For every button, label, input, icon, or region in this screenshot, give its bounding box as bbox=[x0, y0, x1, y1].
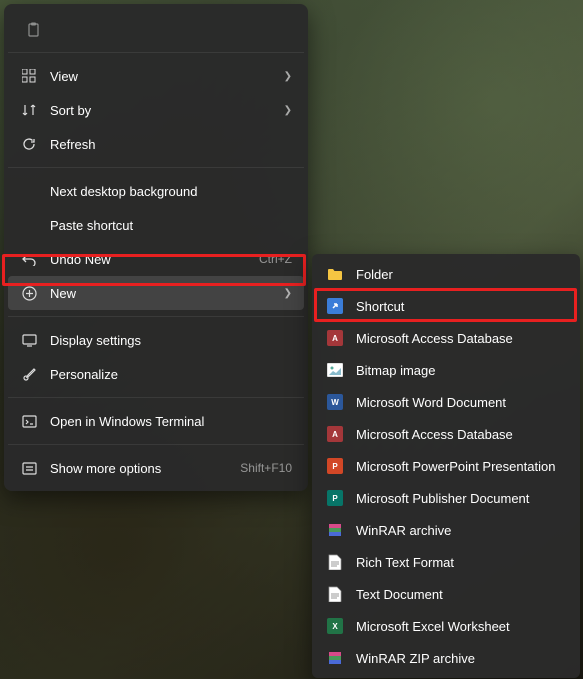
chevron-right-icon: ❯ bbox=[284, 71, 292, 82]
submenu-item-microsoft-access-database[interactable]: A Microsoft Access Database bbox=[316, 418, 576, 450]
menu-label: Refresh bbox=[50, 137, 292, 152]
menu-label: Paste shortcut bbox=[50, 218, 292, 233]
submenu-label: Microsoft Publisher Document bbox=[356, 491, 529, 506]
sort-icon bbox=[20, 101, 38, 119]
menu-item-paste-shortcut[interactable]: Paste shortcut bbox=[8, 208, 304, 242]
menu-shortcut: Ctrl+Z bbox=[259, 252, 292, 266]
shortcut-icon bbox=[326, 297, 344, 315]
menu-label: New bbox=[50, 286, 284, 301]
file-icon: X bbox=[326, 617, 344, 635]
menu-item-open-terminal[interactable]: Open in Windows Terminal bbox=[8, 404, 304, 438]
chevron-right-icon: ❯ bbox=[284, 105, 292, 116]
plus-circle-icon bbox=[20, 284, 38, 302]
submenu-label: Microsoft PowerPoint Presentation bbox=[356, 459, 555, 474]
submenu-item-rich-text-format[interactable]: Rich Text Format bbox=[316, 546, 576, 578]
terminal-icon bbox=[20, 412, 38, 430]
file-icon: P bbox=[326, 457, 344, 475]
divider bbox=[8, 167, 304, 168]
submenu-item-winrar-archive[interactable]: WinRAR archive bbox=[316, 514, 576, 546]
menu-item-show-more-options[interactable]: Show more options Shift+F10 bbox=[8, 451, 304, 485]
folder-icon bbox=[326, 265, 344, 283]
menu-item-view[interactable]: View ❯ bbox=[8, 59, 304, 93]
menu-label: Personalize bbox=[50, 367, 292, 382]
submenu-item-folder[interactable]: Folder bbox=[316, 258, 576, 290]
submenu-label: Microsoft Access Database bbox=[356, 427, 513, 442]
submenu-label: WinRAR archive bbox=[356, 523, 451, 538]
more-icon bbox=[20, 459, 38, 477]
rar-icon bbox=[326, 521, 344, 539]
menu-label: Undo New bbox=[50, 252, 259, 267]
submenu-item-microsoft-publisher-document[interactable]: P Microsoft Publisher Document bbox=[316, 482, 576, 514]
submenu-item-text-document[interactable]: Text Document bbox=[316, 578, 576, 610]
doc-icon bbox=[326, 585, 344, 603]
submenu-item-winrar-zip-archive[interactable]: WinRAR ZIP archive bbox=[316, 642, 576, 674]
menu-label: Next desktop background bbox=[50, 184, 292, 199]
desktop-context-menu: View ❯ Sort by ❯ Refresh Next desktop ba… bbox=[4, 4, 308, 491]
submenu-item-shortcut[interactable]: Shortcut bbox=[316, 290, 576, 322]
divider bbox=[8, 316, 304, 317]
refresh-icon bbox=[20, 135, 38, 153]
file-icon: A bbox=[326, 425, 344, 443]
file-icon: P bbox=[326, 489, 344, 507]
file-icon: W bbox=[326, 393, 344, 411]
brush-icon bbox=[20, 365, 38, 383]
menu-item-sort-by[interactable]: Sort by ❯ bbox=[8, 93, 304, 127]
menu-item-refresh[interactable]: Refresh bbox=[8, 127, 304, 161]
undo-icon bbox=[20, 250, 38, 268]
divider bbox=[8, 397, 304, 398]
submenu-label: Microsoft Word Document bbox=[356, 395, 506, 410]
new-submenu: Folder Shortcut A Microsoft Access Database… bbox=[312, 254, 580, 678]
submenu-item-microsoft-powerpoint-presentation[interactable]: P Microsoft PowerPoint Presentation bbox=[316, 450, 576, 482]
submenu-label: Text Document bbox=[356, 587, 443, 602]
menu-item-undo-new[interactable]: Undo New Ctrl+Z bbox=[8, 242, 304, 276]
grid-icon bbox=[20, 67, 38, 85]
submenu-label: Microsoft Access Database bbox=[356, 331, 513, 346]
submenu-item-microsoft-excel-worksheet[interactable]: X Microsoft Excel Worksheet bbox=[316, 610, 576, 642]
menu-item-new[interactable]: New ❯ bbox=[8, 276, 304, 310]
menu-item-display-settings[interactable]: Display settings bbox=[8, 323, 304, 357]
context-menu-toolbar bbox=[8, 8, 304, 53]
menu-label: Open in Windows Terminal bbox=[50, 414, 292, 429]
menu-label: View bbox=[50, 69, 284, 84]
divider bbox=[8, 444, 304, 445]
submenu-item-bitmap-image[interactable]: Bitmap image bbox=[316, 354, 576, 386]
submenu-label: Microsoft Excel Worksheet bbox=[356, 619, 510, 634]
menu-label: Sort by bbox=[50, 103, 284, 118]
submenu-label: Rich Text Format bbox=[356, 555, 454, 570]
submenu-item-microsoft-word-document[interactable]: W Microsoft Word Document bbox=[316, 386, 576, 418]
submenu-item-microsoft-access-database[interactable]: A Microsoft Access Database bbox=[316, 322, 576, 354]
doc-icon bbox=[326, 553, 344, 571]
image-icon bbox=[326, 361, 344, 379]
menu-item-next-desktop-background[interactable]: Next desktop background bbox=[8, 174, 304, 208]
submenu-label: Folder bbox=[356, 267, 393, 282]
submenu-label: Shortcut bbox=[356, 299, 404, 314]
menu-item-personalize[interactable]: Personalize bbox=[8, 357, 304, 391]
paste-icon[interactable] bbox=[18, 14, 50, 46]
menu-label: Show more options bbox=[50, 461, 240, 476]
display-icon bbox=[20, 331, 38, 349]
rar-icon bbox=[326, 649, 344, 667]
menu-label: Display settings bbox=[50, 333, 292, 348]
chevron-right-icon: ❯ bbox=[284, 288, 292, 299]
file-icon: A bbox=[326, 329, 344, 347]
menu-shortcut: Shift+F10 bbox=[240, 461, 292, 475]
submenu-label: WinRAR ZIP archive bbox=[356, 651, 475, 666]
submenu-label: Bitmap image bbox=[356, 363, 435, 378]
